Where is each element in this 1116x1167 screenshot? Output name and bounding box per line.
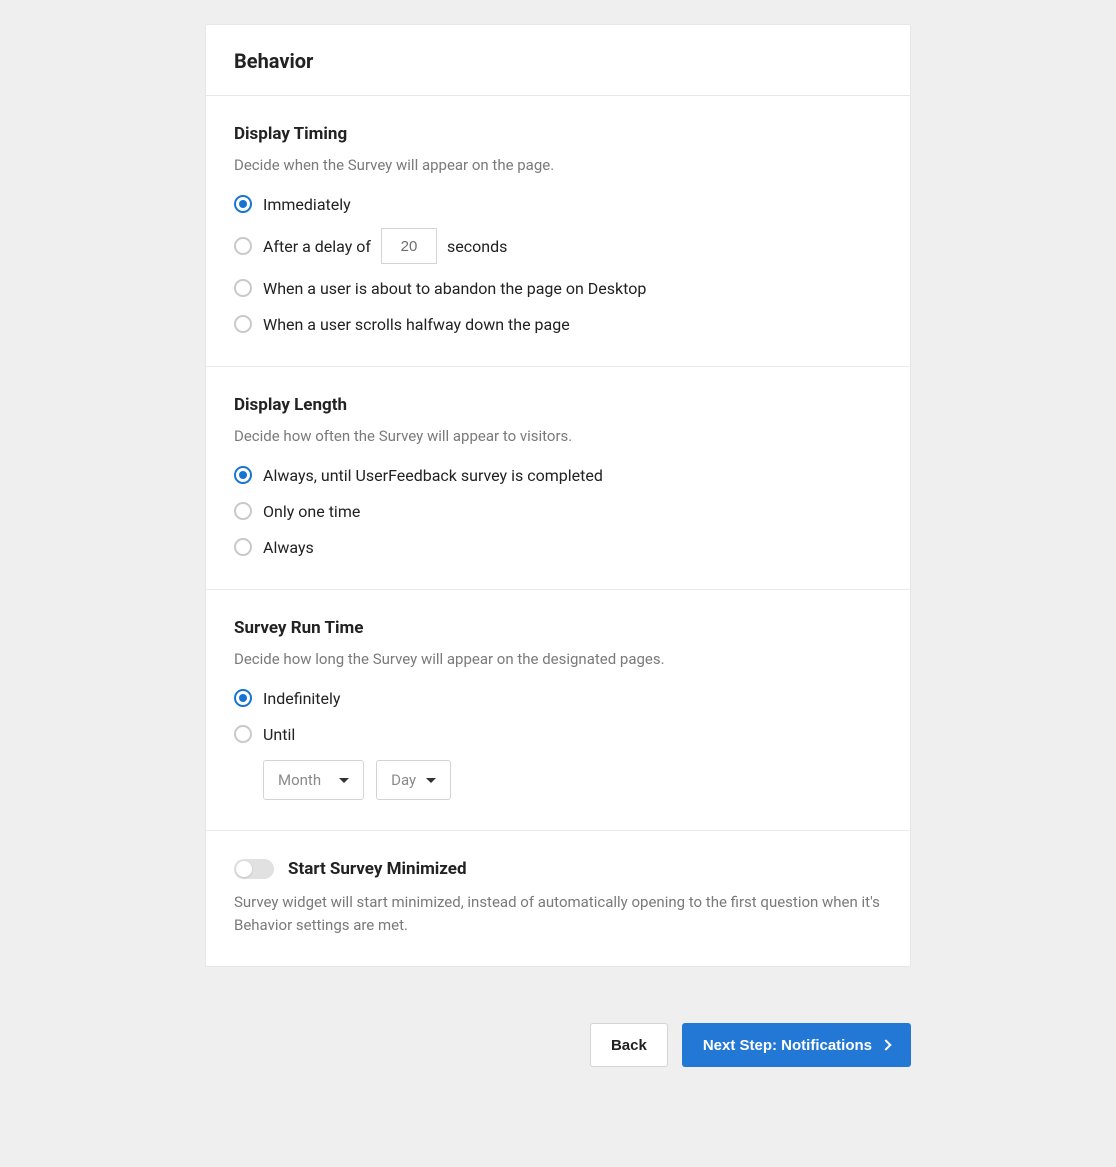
next-button[interactable]: Next Step: Notifications [682, 1023, 911, 1067]
radio-label-one-time: Only one time [263, 502, 360, 521]
section-subtitle-display-timing: Decide when the Survey will appear on th… [234, 156, 882, 174]
radio-row-delay[interactable]: After a delay of seconds [234, 228, 882, 264]
radio-label-immediately: Immediately [263, 195, 351, 214]
section-display-timing: Display Timing Decide when the Survey wi… [206, 96, 910, 367]
radio-scroll[interactable] [234, 315, 252, 333]
radio-label-until-completed: Always, until UserFeedback survey is com… [263, 466, 603, 485]
toggle-row-minimized: Start Survey Minimized [234, 859, 882, 879]
minimized-description: Survey widget will start minimized, inst… [234, 891, 882, 936]
card-title: Behavior [234, 49, 882, 73]
radio-until-completed[interactable] [234, 466, 252, 484]
radio-label-indefinitely: Indefinitely [263, 689, 340, 708]
radio-row-indefinitely[interactable]: Indefinitely [234, 686, 882, 710]
footer-actions: Back Next Step: Notifications [205, 1023, 911, 1067]
radio-label-delay: After a delay of seconds [263, 228, 507, 264]
radio-immediately[interactable] [234, 195, 252, 213]
radio-row-always[interactable]: Always [234, 535, 882, 559]
radio-row-until[interactable]: Until [234, 722, 882, 746]
section-title-run-time: Survey Run Time [234, 618, 882, 638]
minimized-title: Start Survey Minimized [288, 859, 467, 879]
radio-row-one-time[interactable]: Only one time [234, 499, 882, 523]
behavior-card: Behavior Display Timing Decide when the … [205, 24, 911, 967]
next-button-label: Next Step: Notifications [703, 1037, 872, 1054]
radio-abandon[interactable] [234, 279, 252, 297]
month-select-label: Month [278, 771, 321, 789]
section-minimized: Start Survey Minimized Survey widget wil… [206, 831, 910, 966]
radio-delay[interactable] [234, 237, 252, 255]
day-select[interactable]: Day [376, 760, 451, 800]
radio-label-scroll: When a user scrolls halfway down the pag… [263, 315, 570, 334]
month-select[interactable]: Month [263, 760, 364, 800]
section-subtitle-display-length: Decide how often the Survey will appear … [234, 427, 882, 445]
minimized-toggle[interactable] [234, 859, 274, 879]
section-subtitle-run-time: Decide how long the Survey will appear o… [234, 650, 882, 668]
delay-suffix-text: seconds [447, 237, 507, 256]
radio-always[interactable] [234, 538, 252, 556]
radio-until[interactable] [234, 725, 252, 743]
caret-down-icon [426, 778, 436, 783]
radio-label-abandon: When a user is about to abandon the page… [263, 279, 646, 298]
radio-one-time[interactable] [234, 502, 252, 520]
card-header: Behavior [206, 25, 910, 96]
radio-row-immediately[interactable]: Immediately [234, 192, 882, 216]
back-button-label: Back [611, 1037, 647, 1054]
day-select-label: Day [391, 771, 416, 789]
back-button[interactable]: Back [590, 1023, 668, 1067]
radio-label-until: Until [263, 725, 295, 744]
caret-down-icon [339, 778, 349, 783]
section-run-time: Survey Run Time Decide how long the Surv… [206, 590, 910, 831]
date-select-group: Month Day [263, 760, 882, 800]
radio-row-until-completed[interactable]: Always, until UserFeedback survey is com… [234, 463, 882, 487]
section-display-length: Display Length Decide how often the Surv… [206, 367, 910, 590]
radio-indefinitely[interactable] [234, 689, 252, 707]
radio-label-always: Always [263, 538, 314, 557]
delay-input[interactable] [381, 228, 437, 264]
section-title-display-length: Display Length [234, 395, 882, 415]
radio-row-abandon[interactable]: When a user is about to abandon the page… [234, 276, 882, 300]
radio-row-scroll[interactable]: When a user scrolls halfway down the pag… [234, 312, 882, 336]
delay-prefix-text: After a delay of [263, 237, 371, 256]
toggle-knob [236, 861, 252, 877]
section-title-display-timing: Display Timing [234, 124, 882, 144]
chevron-right-icon [880, 1039, 891, 1050]
